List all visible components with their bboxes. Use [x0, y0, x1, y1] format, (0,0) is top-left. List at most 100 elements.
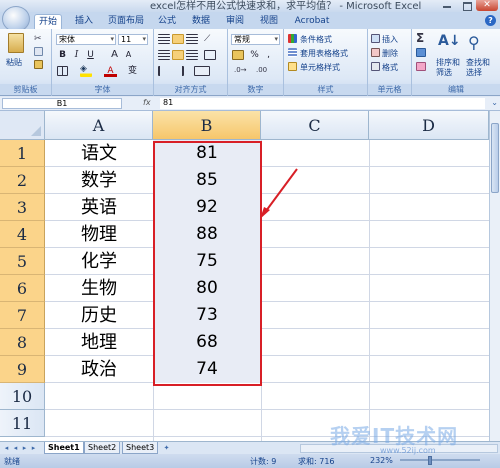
align-center-icon[interactable]: [172, 50, 184, 60]
align-middle-icon[interactable]: [172, 34, 184, 44]
align-left-icon[interactable]: [158, 50, 170, 60]
ribbon-tabs: 开始 插入 页面布局 公式 数据 审阅 视图 Acrobat ?: [0, 6, 500, 32]
zoom-level[interactable]: 232%: [370, 456, 393, 465]
align-bottom-icon[interactable]: [186, 34, 198, 44]
increase-decimal-icon[interactable]: .0→: [234, 66, 250, 76]
editing-group: Σ A↓ 排序和 筛选 ⚲ 查找和 选择 编辑: [412, 29, 500, 96]
tab-view[interactable]: 视图: [255, 14, 283, 29]
name-box[interactable]: B1: [2, 98, 122, 109]
status-mode: 就绪: [4, 457, 20, 466]
clear-icon[interactable]: [416, 62, 426, 71]
format-cells-icon[interactable]: [371, 62, 380, 71]
status-count: 计数: 9: [250, 457, 277, 466]
merge-center-icon[interactable]: [194, 66, 210, 76]
alignment-label: 对齐方式: [154, 84, 227, 95]
title-bar: excel怎样不用公式快速求和，求平均值？ - Microsoft Excel …: [0, 0, 500, 12]
shrink-font-button[interactable]: A: [122, 49, 135, 61]
vertical-scrollbar[interactable]: [489, 111, 500, 441]
insert-function-button[interactable]: fx: [143, 98, 151, 107]
grow-font-button[interactable]: A: [108, 49, 121, 61]
italic-button[interactable]: I: [70, 49, 83, 61]
sort-filter-button-line2[interactable]: 筛选: [436, 67, 452, 78]
font-size-select[interactable]: 11: [118, 34, 148, 45]
alignment-group: ⟋ 对齐方式: [154, 29, 228, 96]
number-format-select[interactable]: 常规: [231, 34, 280, 45]
conditional-format-icon[interactable]: [288, 34, 297, 43]
wrap-text-icon[interactable]: [204, 50, 216, 60]
editing-label: 编辑: [412, 84, 500, 95]
decrease-indent-icon[interactable]: [158, 66, 170, 76]
last-sheet-icon[interactable]: ▸: [29, 443, 38, 453]
delete-cells-button[interactable]: 删除: [382, 48, 398, 59]
format-painter-icon[interactable]: [34, 60, 43, 69]
align-top-icon[interactable]: [158, 34, 170, 44]
help-icon[interactable]: ?: [485, 15, 496, 26]
copy-icon[interactable]: [34, 47, 43, 56]
minimize-icon[interactable]: [442, 1, 452, 9]
paste-icon[interactable]: [8, 33, 24, 53]
underline-button[interactable]: U: [84, 49, 97, 61]
fill-color-icon[interactable]: ◈: [80, 65, 92, 77]
align-right-icon[interactable]: [186, 50, 198, 60]
font-name-select[interactable]: 宋体: [56, 34, 116, 45]
find-select-button-line2[interactable]: 选择: [466, 67, 482, 78]
sort-filter-icon[interactable]: A↓: [438, 33, 461, 53]
orientation-icon[interactable]: ⟋: [204, 34, 216, 44]
insert-cells-icon[interactable]: [371, 34, 380, 43]
scrollbar-thumb[interactable]: [491, 123, 499, 193]
tab-page-layout[interactable]: 页面布局: [104, 14, 148, 29]
first-sheet-icon[interactable]: ◂: [2, 443, 11, 453]
font-label: 字体: [52, 84, 153, 95]
expand-formula-bar-icon[interactable]: ⌄: [491, 98, 498, 107]
format-as-table-button[interactable]: 套用表格格式: [300, 48, 348, 59]
tab-acrobat[interactable]: Acrobat: [292, 14, 332, 29]
increase-indent-icon[interactable]: [172, 66, 184, 76]
font-group: 宋体 11 B I U A A ◈ A 变 字体: [52, 29, 154, 96]
tab-formulas[interactable]: 公式: [153, 14, 181, 29]
sheet-tab-3[interactable]: Sheet3: [122, 442, 159, 454]
cells-group: 插入 删除 格式 单元格: [368, 29, 412, 96]
currency-icon[interactable]: [232, 50, 244, 60]
bold-button[interactable]: B: [56, 49, 69, 61]
status-sum: 求和: 716: [298, 457, 335, 466]
status-bar: 就绪 计数: 9 求和: 716 232%: [0, 454, 500, 468]
sheet-tab-1[interactable]: Sheet1: [44, 442, 84, 454]
borders-icon[interactable]: [57, 66, 68, 76]
worksheet-grid[interactable]: A B C D 1 语文 81 2 数学 85 3 英语 92 4 物理 88 5 化学 75 6 生物 80 7 历…: [0, 111, 489, 441]
annotation-arrow-icon: [260, 168, 298, 219]
format-cells-button[interactable]: 格式: [382, 62, 398, 73]
insert-cells-button[interactable]: 插入: [382, 34, 398, 45]
maximize-icon[interactable]: [462, 1, 472, 11]
insert-sheet-icon[interactable]: ✦: [162, 443, 171, 453]
next-sheet-icon[interactable]: ▸: [20, 443, 29, 453]
cell-styles-button[interactable]: 单元格样式: [300, 62, 340, 73]
tab-insert[interactable]: 插入: [70, 14, 98, 29]
percent-button[interactable]: %: [248, 49, 261, 61]
fill-icon[interactable]: [416, 48, 426, 57]
tab-review[interactable]: 审阅: [221, 14, 249, 29]
clipboard-label: 剪贴板: [0, 84, 51, 95]
phonetic-button[interactable]: 变: [126, 65, 139, 77]
autosum-button[interactable]: Σ: [416, 31, 424, 45]
conditional-format-button[interactable]: 条件格式: [300, 34, 332, 45]
cut-icon[interactable]: ✂: [34, 34, 43, 44]
formula-input[interactable]: 81: [160, 98, 485, 109]
font-color-button[interactable]: A: [104, 65, 117, 77]
close-icon[interactable]: ✕: [476, 0, 498, 11]
find-select-icon[interactable]: ⚲: [468, 33, 488, 53]
sheet-tab-2[interactable]: Sheet2: [84, 442, 121, 454]
cell-styles-icon[interactable]: [288, 62, 297, 71]
formula-bar: B1 fx 81 ⌄: [0, 97, 500, 111]
paste-button[interactable]: 粘贴: [6, 57, 22, 68]
delete-cells-icon[interactable]: [371, 48, 380, 57]
prev-sheet-icon[interactable]: ◂: [11, 443, 20, 453]
tab-data[interactable]: 数据: [187, 14, 215, 29]
comma-button[interactable]: ,: [262, 49, 275, 61]
ribbon: 粘贴 ✂ 剪贴板 宋体 11 B I U A A ◈ A 变 字体 ⟋ 对齐方式…: [0, 29, 500, 96]
format-as-table-icon[interactable]: [288, 48, 297, 57]
styles-label: 样式: [284, 84, 367, 95]
decrease-decimal-icon[interactable]: .00: [256, 66, 272, 76]
zoom-slider[interactable]: [400, 459, 480, 461]
tab-home[interactable]: 开始: [34, 14, 62, 29]
zoom-slider-knob[interactable]: [428, 456, 432, 465]
